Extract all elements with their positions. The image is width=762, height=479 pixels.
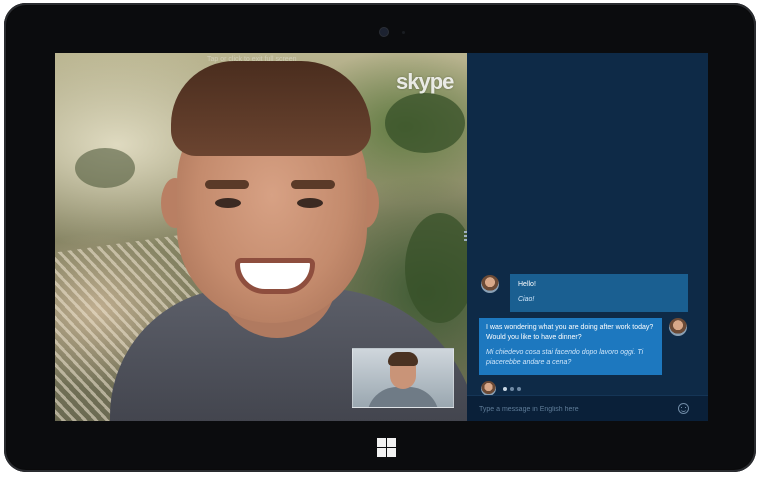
tablet-screen: Tap or click to exit full screen skype H… <box>55 53 708 421</box>
remote-video-feed[interactable]: Tap or click to exit full screen skype <box>55 53 467 421</box>
incoming-message-bubble: Hello! Ciao! <box>510 274 688 312</box>
message-original-text: I was wondering what you are doing after… <box>486 324 654 341</box>
chat-panel: Hello! Ciao! I was wondering what you ar… <box>467 53 708 421</box>
message-original-text: Hello! <box>518 281 536 288</box>
contact-avatar[interactable] <box>481 275 499 293</box>
message-translation-text: Ciao! <box>518 296 535 303</box>
message-input[interactable] <box>479 402 669 416</box>
contact-avatar-typing[interactable] <box>481 381 496 396</box>
message-input-bar <box>467 395 708 421</box>
message-translation-text: Mi chiedevo cosa stai facendo dopo lavor… <box>486 349 644 366</box>
background-foliage <box>405 213 467 323</box>
background-foliage <box>385 93 465 153</box>
windows-logo-icon[interactable] <box>377 438 396 457</box>
skype-logo: skype <box>396 69 454 94</box>
background-foliage <box>75 148 135 188</box>
video-hint-text: Tap or click to exit full screen <box>207 56 297 63</box>
front-camera-icon <box>380 28 388 36</box>
emoji-smiley-icon[interactable] <box>678 403 689 414</box>
outgoing-message-bubble: I was wondering what you are doing after… <box>479 318 662 375</box>
self-avatar[interactable] <box>669 318 687 336</box>
remote-person-brow <box>291 180 335 189</box>
self-view-hair <box>388 352 418 366</box>
self-view-thumbnail[interactable] <box>352 348 454 408</box>
self-view-body <box>367 387 439 407</box>
remote-person-eye <box>215 198 241 208</box>
remote-person-brow <box>205 180 249 189</box>
light-sensor <box>402 31 405 34</box>
remote-person-eye <box>297 198 323 208</box>
remote-person-hair <box>171 61 371 156</box>
typing-dots-icon <box>503 387 521 391</box>
